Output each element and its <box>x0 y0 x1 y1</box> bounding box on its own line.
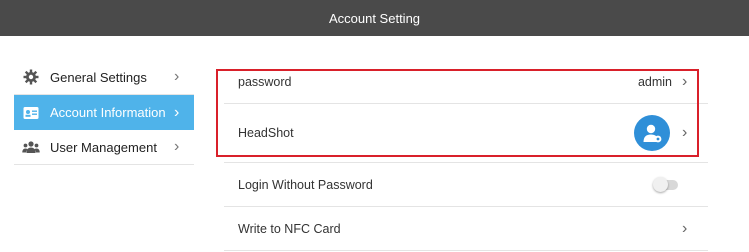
nfc-row[interactable]: Write to NFC Card › <box>224 207 708 251</box>
sidebar-item-label: User Management <box>50 139 157 155</box>
login-without-password-label: Login Without Password <box>238 177 373 192</box>
window-title: Account Setting <box>328 10 421 26</box>
sidebar-item-user-management[interactable]: User Management › <box>14 130 194 165</box>
chevron-right-icon: › <box>174 68 180 85</box>
chevron-right-icon: › <box>174 138 180 155</box>
headshot-row[interactable]: HeadShot › <box>224 104 708 163</box>
password-value: admin <box>637 75 672 89</box>
password-row[interactable]: password admin › <box>224 61 708 104</box>
login-without-password-row: Login Without Password <box>224 163 708 207</box>
title-bar: Account Setting <box>0 0 749 36</box>
id-card-icon <box>22 104 40 122</box>
users-icon <box>22 138 40 156</box>
password-label: password <box>238 75 292 89</box>
sidebar-item-general-settings[interactable]: General Settings › <box>14 60 194 95</box>
toggle-knob <box>653 176 668 192</box>
sidebar-item-account-information[interactable]: Account Information › <box>14 95 194 130</box>
nfc-label: Write to NFC Card <box>238 221 341 236</box>
sidebar-item-label: Account Information <box>50 105 166 120</box>
avatar-icon <box>634 115 670 151</box>
gear-icon <box>22 68 40 86</box>
chevron-right-icon: › <box>682 219 688 237</box>
sidebar-item-label: General Settings <box>50 69 147 85</box>
chevron-right-icon: › <box>174 103 180 121</box>
chevron-right-icon: › <box>682 124 688 141</box>
headshot-label: HeadShot <box>238 126 294 140</box>
login-without-password-toggle[interactable] <box>653 176 678 192</box>
chevron-right-icon: › <box>682 73 688 90</box>
